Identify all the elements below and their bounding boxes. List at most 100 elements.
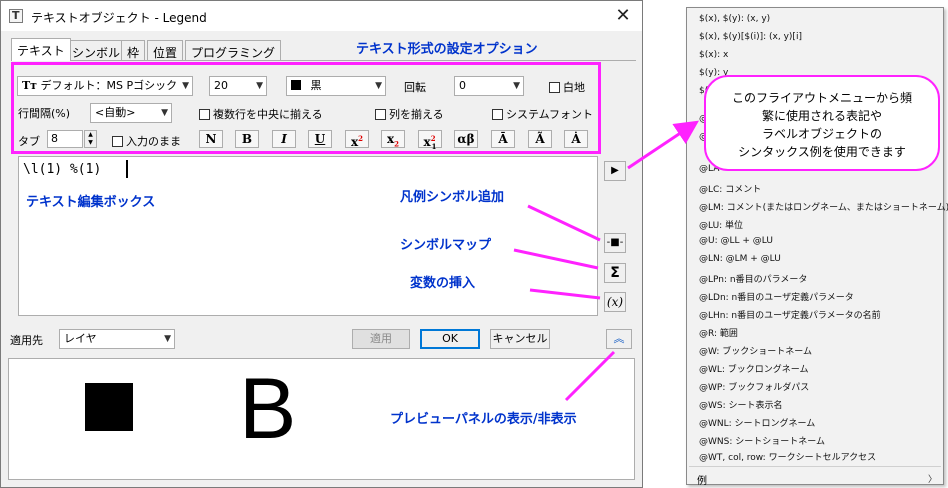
options-annotation: テキスト形式の設定オプション	[356, 42, 538, 57]
callout-line: このフライアウトメニューから頻	[731, 91, 912, 105]
preview-toggle-annotation: プレビューパネルの表示/非表示	[390, 412, 577, 427]
tab-position[interactable]: 位置	[147, 40, 184, 60]
ok-button[interactable]: OK	[420, 329, 480, 349]
center-multiline-label: 複数行を中央に揃える	[213, 108, 323, 121]
superscript-button[interactable]: x2	[345, 130, 369, 149]
cancel-button[interactable]: キャンセル	[490, 329, 550, 349]
menu-item[interactable]: @WNL: シートロングネーム	[699, 416, 815, 429]
spin-arrows-icon[interactable]: ▲ ▼	[84, 130, 97, 148]
tab-text[interactable]: テキスト	[11, 38, 71, 61]
flyout-menu-button[interactable]: ▶	[604, 161, 626, 181]
align-columns-label: 列を揃える	[389, 108, 444, 121]
window-title: テキストオブジェクト - Legend	[31, 11, 207, 25]
normal-button[interactable]: N	[199, 130, 223, 148]
font-size-select[interactable]: 20 ▼	[209, 76, 267, 96]
menu-item[interactable]: @WNS: シートショートネーム	[699, 434, 825, 447]
subscript-mark: 2	[394, 139, 400, 149]
tab-width-value[interactable]: 8	[47, 130, 83, 148]
underline-button[interactable]: U	[308, 130, 332, 148]
text-edit-box[interactable]: \l(1) %(1)	[18, 156, 598, 316]
tab-width-spinner[interactable]: 8 ▲ ▼	[47, 130, 97, 148]
chevron-down-icon: ▼	[513, 81, 520, 91]
checkbox-box[interactable]	[492, 108, 503, 120]
close-button[interactable]: ✕	[608, 4, 638, 28]
preview-toggle-button[interactable]: ︽	[606, 329, 632, 349]
align-columns-checkbox[interactable]: 列を揃える	[375, 106, 444, 122]
font-value: デフォルト：MS Pゴシック	[40, 79, 178, 92]
checkbox-box[interactable]	[199, 108, 210, 120]
color-select[interactable]: 黒 ▼	[286, 76, 386, 96]
tab-frame[interactable]: 枠	[121, 40, 146, 60]
tab-symbol[interactable]: シンボル	[66, 40, 127, 60]
overbar-button[interactable]: Ā	[491, 130, 515, 148]
insert-variable-button[interactable]: (x)	[604, 292, 626, 312]
white-bg-checkbox[interactable]: 白地	[549, 79, 585, 95]
symbol-map-annotation: シンボルマップ	[400, 238, 492, 253]
legend-symbol-annotation: 凡例シンボル追加	[400, 190, 505, 205]
center-multiline-checkbox[interactable]: 複数行を中央に揃える	[199, 106, 323, 122]
tab-width-label: タブ	[18, 135, 40, 148]
italic-button[interactable]: I	[272, 130, 296, 148]
callout-line: ラベルオブジェクトの	[761, 127, 882, 141]
menu-item[interactable]: @WP: ブックフォルダパス	[699, 380, 809, 393]
menu-item[interactable]: @LN: @LM + @LU	[699, 254, 781, 264]
chevron-down-icon: ▼	[182, 81, 189, 91]
checkbox-box[interactable]	[549, 81, 560, 93]
menu-item[interactable]: @WT, col, row: ワークシートセルアクセス	[699, 450, 876, 463]
supsub-sub-mark: 1	[431, 142, 437, 152]
menu-item[interactable]: $(x): x	[699, 50, 728, 60]
bold-button[interactable]: B	[235, 130, 259, 148]
system-font-checkbox[interactable]: システムフォント	[492, 106, 593, 122]
menu-item[interactable]: @LC: コメント	[699, 182, 761, 195]
menu-item[interactable]: $(x), $(y)[$(i)]: (x, y)[i]	[699, 32, 802, 42]
line-spacing-select[interactable]: <自動> ▼	[90, 103, 172, 123]
chevron-down-icon: ▼	[256, 81, 263, 91]
menu-item[interactable]: @W: ブックショートネーム	[699, 344, 812, 357]
editbox-annotation: テキスト編集ボックス	[26, 195, 156, 210]
supsub-base: x	[423, 135, 431, 149]
app-icon	[9, 9, 23, 23]
subscript-button[interactable]: x2	[381, 130, 405, 148]
menu-item[interactable]: @LHn: n番目のユーザ定義パラメータの名前	[699, 308, 881, 321]
edit-content[interactable]: \l(1) %(1)	[23, 162, 101, 177]
rotation-select[interactable]: 0 ▼	[454, 76, 524, 96]
dot-accent-button[interactable]: Ȧ	[564, 130, 588, 148]
insert-variable-annotation: 変数の挿入	[410, 276, 476, 291]
tab-programming[interactable]: プログラミング	[185, 40, 282, 60]
add-legend-symbol-button[interactable]: -■-	[604, 233, 626, 253]
menu-item[interactable]: @LPn: n番目のパラメータ	[699, 272, 807, 285]
checkbox-box[interactable]	[375, 108, 386, 120]
symbol-map-button[interactable]: Σ	[604, 263, 626, 283]
title-bar: テキストオブジェクト - Legend ✕	[1, 1, 642, 31]
preview-text: B	[239, 361, 297, 457]
tilde-button[interactable]: Ã	[528, 130, 552, 148]
sup-sub-button[interactable]: x21	[418, 130, 442, 152]
menu-item[interactable]: @LM: コメント(またはロングネーム、またはショートネーム)	[699, 200, 948, 213]
color-value: 黒	[310, 79, 322, 92]
greek-button[interactable]: αβ	[454, 130, 478, 148]
rotation-label: 回転	[404, 81, 426, 94]
font-select[interactable]: Tт デフォルト：MS Pゴシック ▼	[17, 76, 193, 96]
menu-item[interactable]: $(x), $(y): (x, y)	[699, 14, 770, 24]
menu-item[interactable]: @U: @LL + @LU	[699, 236, 773, 246]
chevron-down-icon: ▼	[375, 81, 382, 91]
text-caret	[126, 160, 128, 178]
menu-item[interactable]: @LDn: n番目のユーザ定義パラメータ	[699, 290, 854, 303]
as-typed-checkbox[interactable]: 入力のまま	[112, 133, 181, 149]
menu-item[interactable]: @WL: ブックロングネーム	[699, 362, 809, 375]
font-type-icon: Tт	[22, 79, 38, 92]
chevron-right-icon: 〉	[927, 475, 937, 485]
system-font-label: システムフォント	[506, 108, 594, 121]
menu-item[interactable]: @R: 範囲	[699, 326, 738, 339]
apply-button[interactable]: 適用	[352, 329, 410, 349]
menu-item[interactable]: @WS: シート表示名	[699, 398, 783, 411]
apply-to-label: 適用先	[10, 334, 43, 347]
chevron-down-icon: ▼	[161, 108, 168, 118]
as-typed-label: 入力のまま	[126, 135, 181, 148]
line-spacing-label: 行間隔(%)	[18, 107, 71, 120]
menu-item[interactable]: @LU: 単位	[699, 218, 743, 231]
apply-to-select[interactable]: レイヤ ▼	[59, 329, 175, 349]
superscript-mark: 2	[358, 134, 364, 143]
menu-item-example[interactable]: 例	[697, 472, 707, 487]
checkbox-box[interactable]	[112, 135, 123, 147]
